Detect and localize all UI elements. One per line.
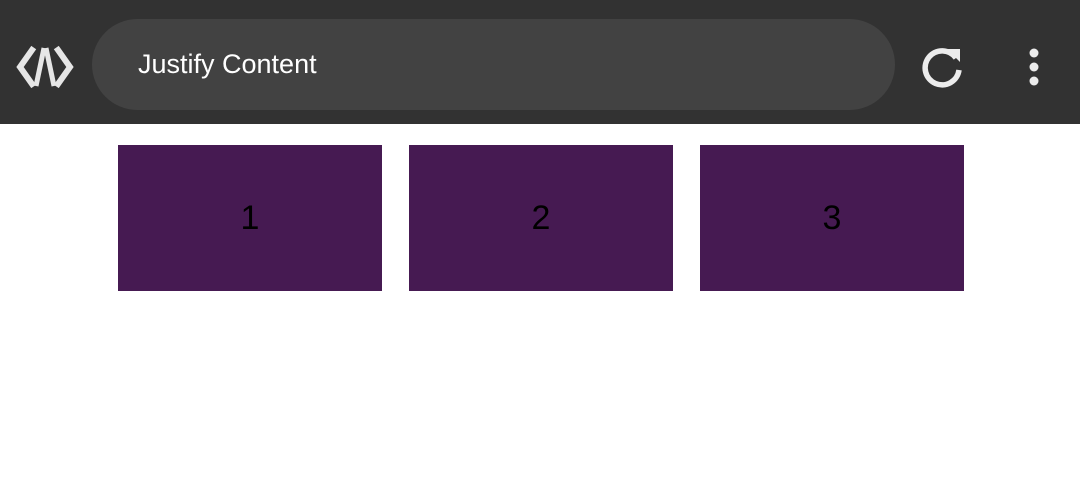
address-bar[interactable]: Justify Content [92,19,895,110]
flex-item-3: 3 [700,145,964,291]
flex-item-label: 1 [240,198,260,237]
flex-container: 1 2 3 [118,145,964,291]
address-text: Justify Content [138,49,317,79]
reload-icon[interactable] [918,44,966,92]
flex-item-label: 2 [531,198,551,237]
flex-item-1: 1 [118,145,382,291]
flex-item-2: 2 [409,145,673,291]
browser-toolbar: Justify Content [0,0,1080,124]
flex-item-label: 3 [822,198,842,237]
page-content: 1 2 3 [0,124,1080,482]
more-vert-icon[interactable] [1018,44,1050,92]
code-brackets-icon[interactable] [16,44,74,90]
